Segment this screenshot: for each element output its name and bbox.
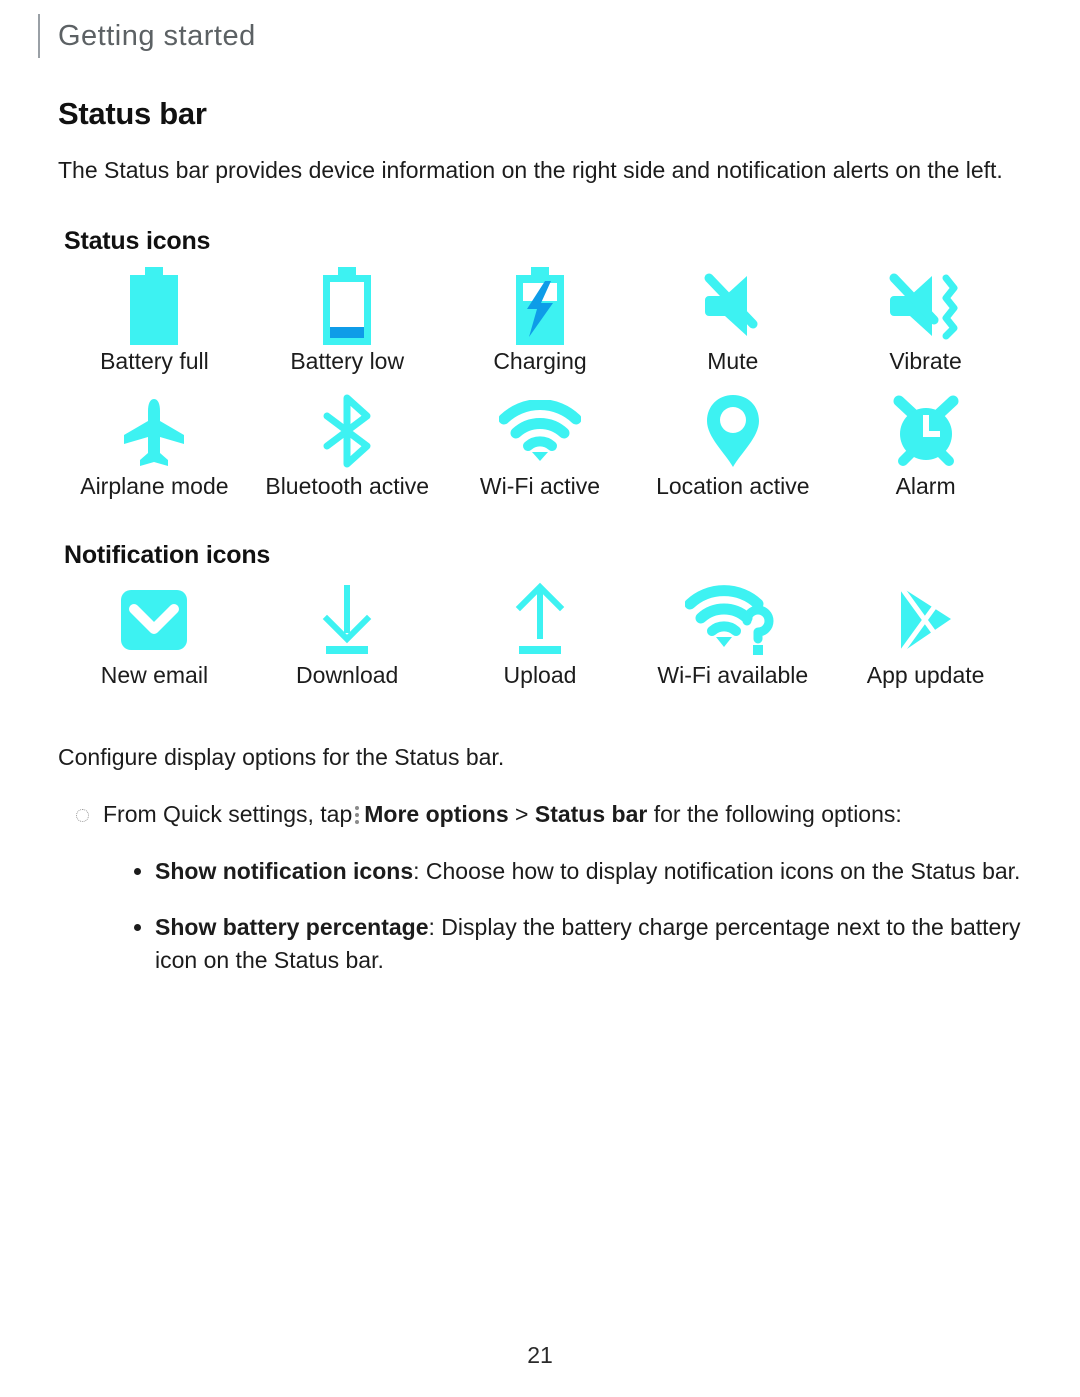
notification-icons-heading: Notification icons [64,540,271,569]
airplane-mode-icon [118,387,190,475]
icon-label: Alarm [895,473,956,500]
section-intro-text: The Status bar provides device informati… [58,157,1003,183]
charging-icon [509,262,571,350]
icon-cell-wifi-active: Wi-Fi active [444,387,637,501]
icon-cell-mute: Mute [636,262,829,376]
battery-low-icon [316,262,378,350]
instructions-block: Configure display options for the Status… [58,741,1022,976]
option-item: Show notification icons: Choose how to d… [134,855,1022,888]
alarm-icon [889,387,963,475]
icon-label: Bluetooth active [265,473,430,500]
icon-cell-new-email: New email [58,576,251,690]
main-content: Status bar The Status bar provides devic… [58,96,1022,977]
option-text: Show battery percentage: Display the bat… [155,911,1022,976]
wifi-active-icon [498,387,581,475]
bluetooth-active-icon [318,387,376,475]
header-divider-rule [38,14,40,58]
status-bar-label: Status bar [534,801,648,828]
icon-label: Charging [493,347,587,374]
status-icons-row-2: Airplane mode Bluetooth active Wi-Fi act… [58,387,1022,501]
step-lead-text: From Quick settings, tap [103,801,353,828]
page-title: Status bar [58,96,207,131]
icon-label: App update [866,661,985,688]
step-tail-text: for the following options: [653,801,902,828]
more-options-label: More options [364,801,509,828]
icon-cell-battery-full: Battery full [58,262,251,376]
page-number: 21 [527,1342,553,1368]
option-description: : Choose how to display notification ico… [413,857,1021,884]
app-update-icon [893,576,959,664]
new-email-icon [117,576,191,664]
location-active-icon [704,387,762,475]
icon-label: Download [296,661,399,688]
mute-icon [695,262,771,350]
bullet-icon [134,924,141,932]
status-icons-heading: Status icons [64,226,211,255]
instruction-step: From Quick settings, tap More options > S… [76,798,1022,831]
icon-cell-bluetooth-active: Bluetooth active [251,387,444,501]
icon-cell-location-active: Location active [636,387,829,501]
bullet-icon [134,867,141,875]
more-options-icon [355,806,360,825]
icon-label: Mute [707,347,759,374]
notification-icons-row-1: New email Download Upload Wi-Fi availabl… [58,576,1022,690]
icon-label: Vibrate [889,347,962,374]
status-icons-row-1: Battery full Battery low Charging Mute V… [58,262,1022,376]
upload-icon [507,576,573,664]
chapter-title: Getting started [58,19,256,52]
icon-label: Wi-Fi active [479,473,601,500]
download-icon [314,576,380,664]
instructions-intro: Configure display options for the Status… [58,744,505,771]
icon-cell-app-update: App update [829,576,1022,690]
icon-cell-alarm: Alarm [829,387,1022,501]
option-term: Show notification icons [155,857,414,884]
battery-full-icon [123,262,185,350]
vibrate-icon [880,262,972,350]
icon-label: Airplane mode [80,473,229,500]
option-item: Show battery percentage: Display the bat… [134,911,1022,976]
icon-cell-battery-low: Battery low [251,262,444,376]
icon-label: Wi-Fi available [657,661,809,688]
icon-cell-wifi-available: Wi-Fi available [636,576,829,690]
page-header: Getting started [38,14,256,58]
icon-label: New email [100,661,209,688]
option-text: Show notification icons: Choose how to d… [155,855,1020,888]
hollow-bullet-icon [76,809,89,823]
instruction-step-text: From Quick settings, tap More options > S… [103,798,902,831]
icon-cell-airplane-mode: Airplane mode [58,387,251,501]
option-term: Show battery percentage [155,914,429,941]
icon-label: Battery low [290,347,405,374]
icon-cell-download: Download [251,576,444,690]
icon-label: Battery full [100,347,209,374]
icon-cell-upload: Upload [444,576,637,690]
icon-cell-charging: Charging [444,262,637,376]
icon-label: Location active [656,473,810,500]
icon-cell-vibrate: Vibrate [829,262,1022,376]
step-separator: > [515,801,529,828]
wifi-available-icon [684,576,781,664]
icon-label: Upload [503,661,577,688]
